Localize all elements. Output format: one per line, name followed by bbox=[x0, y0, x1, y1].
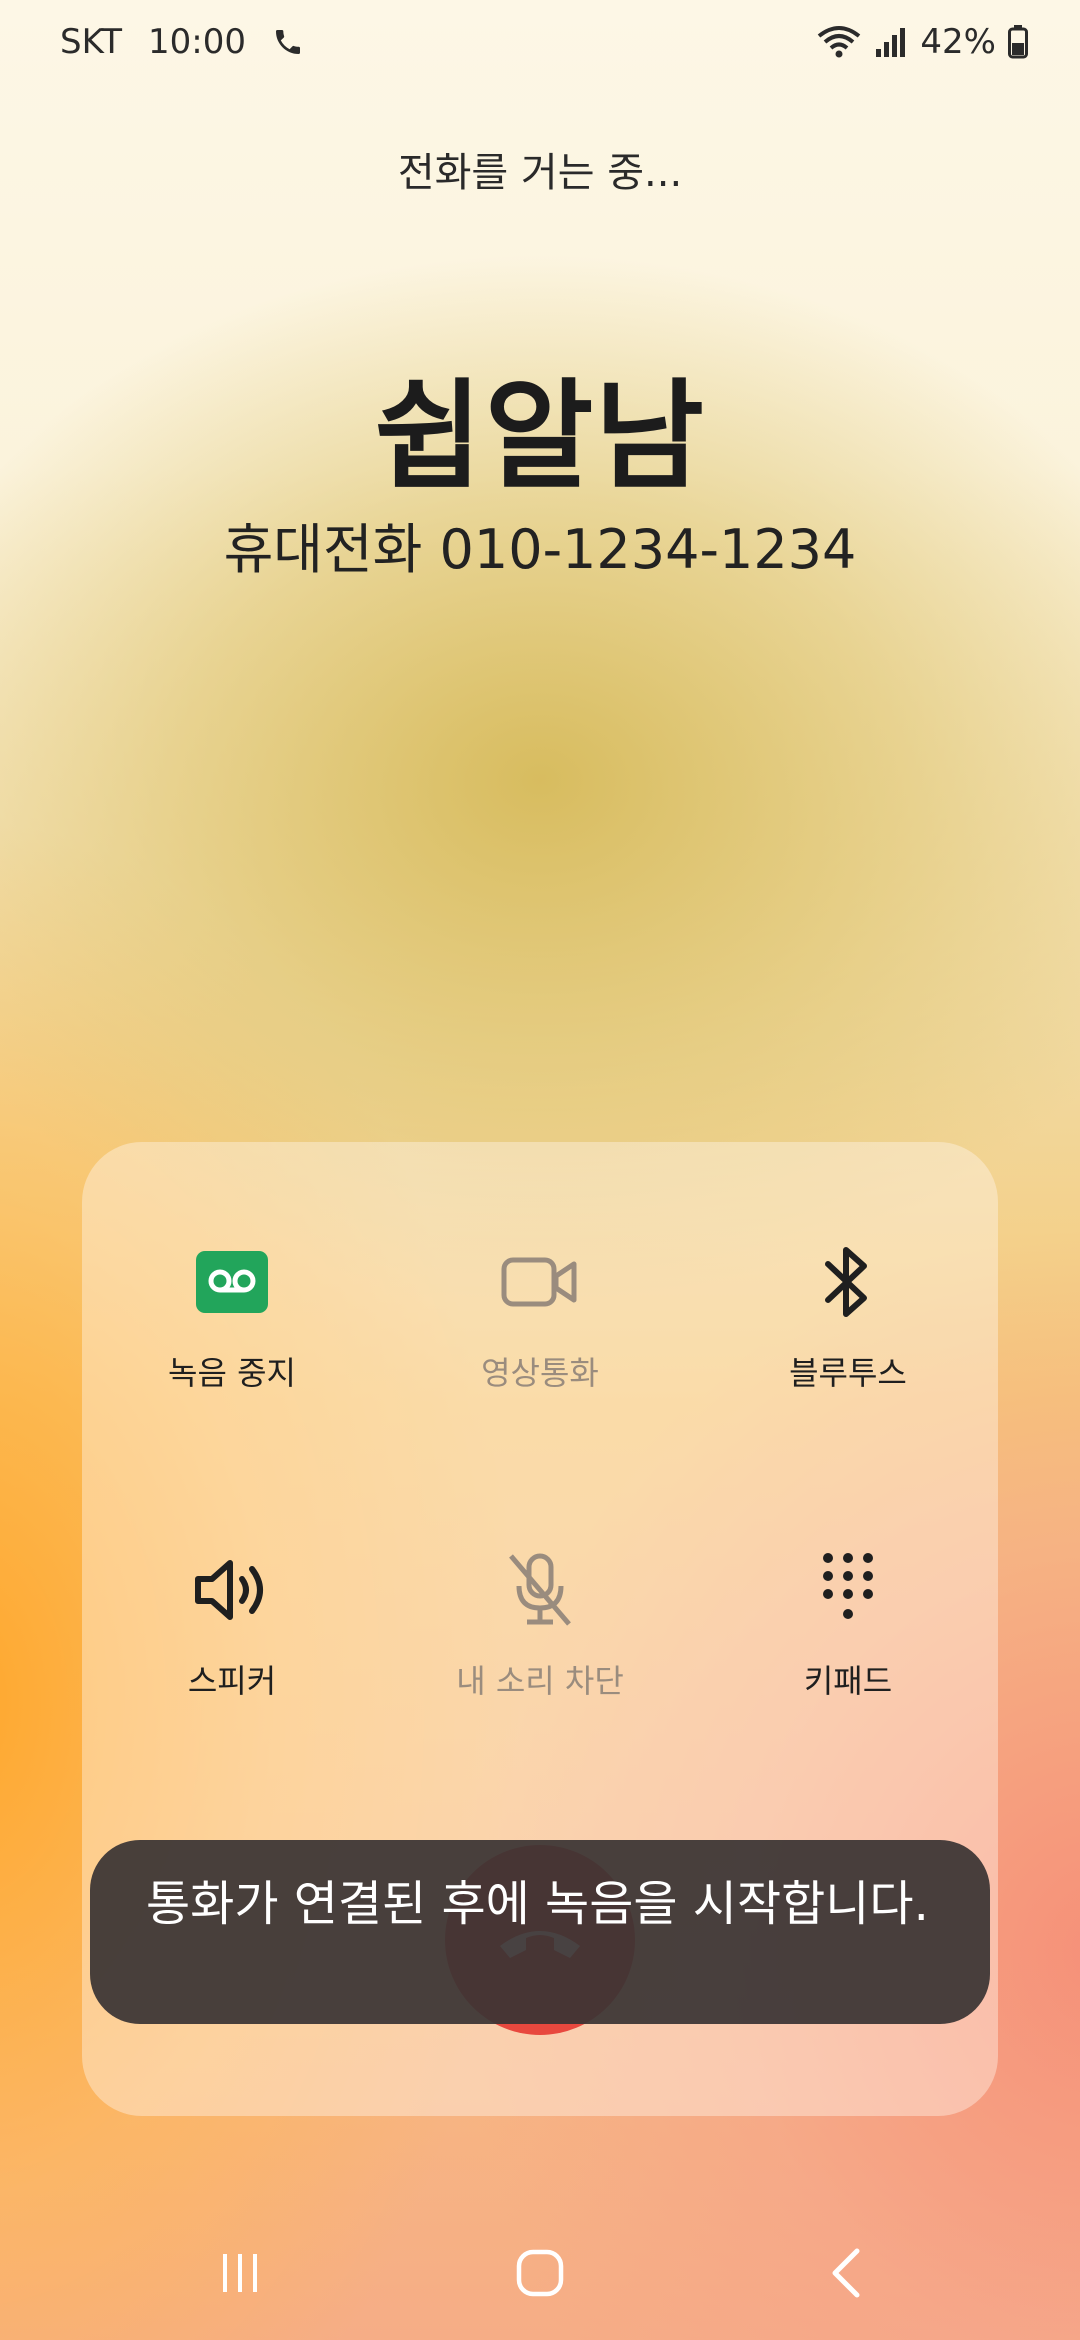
status-bar: SKT 10:00 42% bbox=[0, 0, 1080, 90]
home-button[interactable] bbox=[490, 2240, 590, 2310]
home-icon bbox=[514, 2247, 566, 2303]
video-call-button[interactable]: 영상통화 bbox=[410, 1242, 670, 1394]
recents-button[interactable] bbox=[190, 2240, 290, 2310]
keypad-icon bbox=[718, 1550, 978, 1630]
wifi-icon bbox=[816, 24, 862, 60]
speaker-button[interactable]: 스피커 bbox=[102, 1550, 362, 1702]
signal-icon bbox=[874, 25, 908, 59]
mute-label: 내 소리 차단 bbox=[456, 1662, 624, 1700]
speaker-icon bbox=[102, 1550, 362, 1630]
keypad-label: 키패드 bbox=[803, 1662, 893, 1700]
battery-icon bbox=[1008, 25, 1028, 59]
carrier-label: SKT bbox=[60, 22, 123, 62]
mic-off-icon bbox=[410, 1550, 670, 1630]
video-call-label: 영상통화 bbox=[481, 1354, 599, 1392]
stop-recording-button[interactable]: 녹음 중지 bbox=[102, 1242, 362, 1394]
recents-icon bbox=[215, 2248, 265, 2302]
back-icon bbox=[825, 2245, 865, 2305]
bluetooth-label: 블루투스 bbox=[789, 1354, 907, 1392]
video-camera-icon bbox=[410, 1242, 670, 1322]
speaker-label: 스피커 bbox=[187, 1662, 277, 1700]
navigation-bar bbox=[0, 2220, 1080, 2330]
toast-message: 통화가 연결된 후에 녹음을 시작합니다. bbox=[90, 1840, 990, 2024]
mute-button[interactable]: 내 소리 차단 bbox=[410, 1550, 670, 1702]
contact-name: 쉽알남 bbox=[374, 367, 706, 505]
back-button[interactable] bbox=[795, 2240, 895, 2310]
clock: 10:00 bbox=[148, 22, 246, 62]
voicemail-record-icon bbox=[102, 1242, 362, 1322]
battery-percent: 42% bbox=[920, 22, 996, 62]
bluetooth-button[interactable]: 블루투스 bbox=[718, 1242, 978, 1394]
bluetooth-icon bbox=[718, 1242, 978, 1322]
call-status: 전화를 거는 중... bbox=[397, 150, 683, 196]
contact-number: 휴대전화 010-1234-1234 bbox=[223, 518, 857, 581]
keypad-button[interactable]: 키패드 bbox=[718, 1550, 978, 1702]
stop-recording-label: 녹음 중지 bbox=[168, 1354, 296, 1392]
phone-icon bbox=[272, 26, 304, 58]
